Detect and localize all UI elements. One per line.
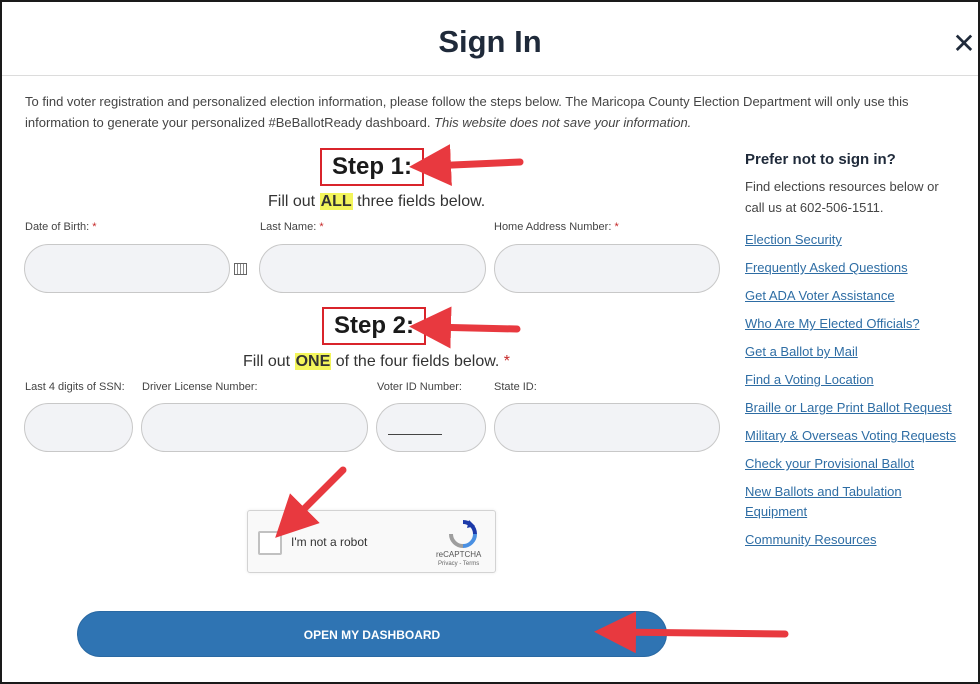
recaptcha-logo-icon <box>449 520 477 548</box>
link-ada-assistance[interactable]: Get ADA Voter Assistance <box>745 286 895 306</box>
address-number-input[interactable] <box>494 244 720 293</box>
dob-label: Date of Birth: * <box>25 221 97 233</box>
last-name-label-text: Last Name: <box>260 221 317 233</box>
ssn-input[interactable] <box>24 403 133 452</box>
address-label-text: Home Address Number: <box>494 221 612 233</box>
required-asterisk: * <box>614 221 619 233</box>
link-braille-ballot[interactable]: Braille or Large Print Ballot Request <box>745 398 952 418</box>
recaptcha-checkbox[interactable] <box>258 531 282 555</box>
intro-text: To find voter registration and personali… <box>25 91 945 133</box>
link-provisional-ballot[interactable]: Check your Provisional Ballot <box>745 454 914 474</box>
last-name-input[interactable] <box>259 244 486 293</box>
step2-pre: Fill out <box>243 353 295 370</box>
required-asterisk: * <box>319 221 324 233</box>
modal-title: Sign In <box>438 24 542 59</box>
link-military-overseas[interactable]: Military & Overseas Voting Requests <box>745 426 956 446</box>
recaptcha-widget: I'm not a robot reCAPTCHA Privacy - Term… <box>247 510 496 573</box>
step1-highlight: ALL <box>319 193 353 210</box>
link-faq[interactable]: Frequently Asked Questions <box>745 258 908 278</box>
last-name-label: Last Name: * <box>260 221 324 233</box>
dob-input[interactable] <box>24 244 230 293</box>
step2-instructions: Fill out ONE of the four fields below. * <box>243 353 510 371</box>
required-asterisk: * <box>503 353 511 370</box>
close-icon[interactable]: ✕ <box>952 30 976 58</box>
modal-header: Sign In ✕ <box>2 2 978 76</box>
link-voting-location[interactable]: Find a Voting Location <box>745 370 874 390</box>
sidebar-heading: Prefer not to sign in? <box>745 151 896 168</box>
ssn-label: Last 4 digits of SSN: <box>25 381 125 393</box>
link-community-resources[interactable]: Community Resources <box>745 530 877 550</box>
calendar-icon[interactable] <box>234 263 247 275</box>
open-dashboard-button[interactable]: OPEN MY DASHBOARD <box>77 611 667 657</box>
recaptcha-terms[interactable]: Privacy - Terms <box>438 561 479 567</box>
voter-id-label: Voter ID Number: <box>377 381 462 393</box>
link-new-ballots[interactable]: New Ballots and Tabulation <box>745 482 902 502</box>
voter-id-input[interactable] <box>376 403 486 452</box>
voter-id-underline <box>388 434 442 435</box>
step1-post: three fields below. <box>352 193 486 210</box>
step2-title: Step 2: <box>322 307 427 345</box>
recaptcha-label: I'm not a robot <box>291 535 368 549</box>
dob-label-text: Date of Birth: <box>25 221 90 233</box>
license-label: Driver License Number: <box>142 381 258 393</box>
link-equipment[interactable]: Equipment <box>745 502 807 522</box>
state-id-input[interactable] <box>494 403 720 452</box>
license-input[interactable] <box>141 403 368 452</box>
required-asterisk: * <box>92 221 97 233</box>
step1-title: Step 1: <box>320 148 425 186</box>
step2-post: of the four fields below. <box>331 353 504 370</box>
step2-highlight: ONE <box>294 353 332 370</box>
link-ballot-by-mail[interactable]: Get a Ballot by Mail <box>745 342 858 362</box>
link-elected-officials[interactable]: Who Are My Elected Officials? <box>745 314 920 334</box>
link-election-security[interactable]: Election Security <box>745 230 842 250</box>
step1-pre: Fill out <box>268 193 320 210</box>
address-label: Home Address Number: * <box>494 221 619 233</box>
intro-italic: This website does not save your informat… <box>434 115 692 130</box>
recaptcha-brand: reCAPTCHA <box>436 550 482 559</box>
state-id-label: State ID: <box>494 381 537 393</box>
step1-instructions: Fill out ALL three fields below. <box>268 193 485 211</box>
sidebar-text: Find elections resources below or call u… <box>745 179 939 215</box>
